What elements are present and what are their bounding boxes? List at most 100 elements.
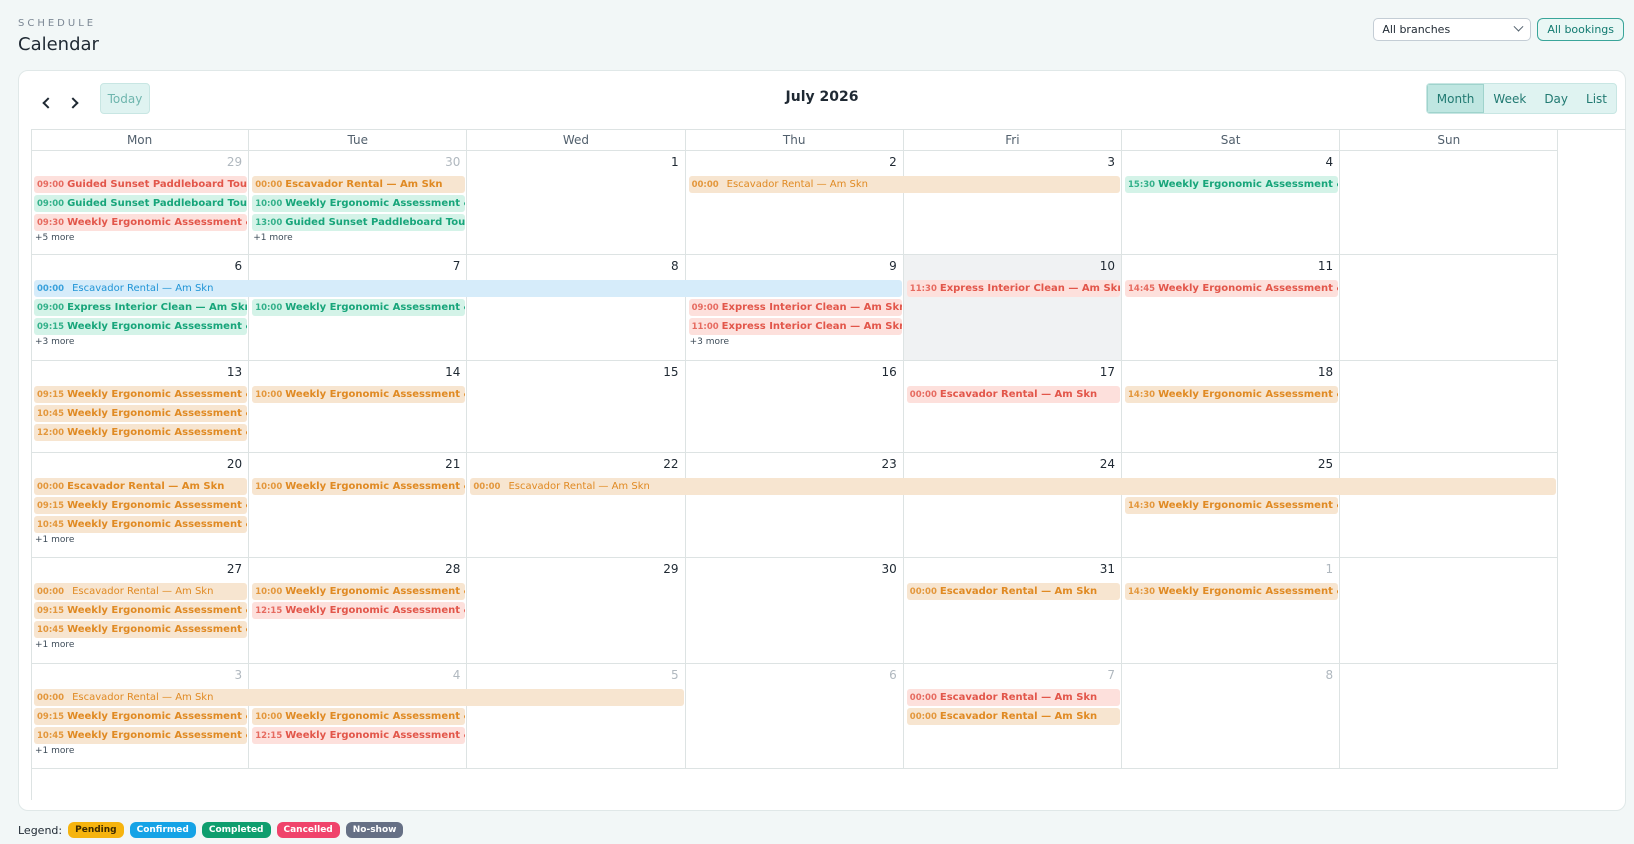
day-cell[interactable] (1340, 558, 1559, 664)
calendar-event[interactable]: 00:00 Escavador Rental — Am Skn (906, 583, 1120, 600)
calendar-event[interactable]: 09:15Weekly Ergonomic Assessment & Thera… (34, 497, 248, 514)
day-number[interactable]: 24 (1100, 457, 1115, 471)
all-bookings-button[interactable]: All bookings (1537, 18, 1624, 41)
calendar-event[interactable]: 09:00Guided Sunset Paddleboard Tour — Am… (34, 176, 248, 193)
calendar-event[interactable]: 15:30Weekly Ergonomic Assessment & Thera… (1125, 176, 1339, 193)
day-number[interactable]: 23 (882, 457, 897, 471)
day-number[interactable]: 6 (235, 259, 243, 273)
next-month-button[interactable] (63, 91, 85, 115)
day-cell[interactable]: 6 (685, 664, 904, 769)
day-number[interactable]: 28 (445, 562, 460, 576)
branch-select[interactable]: All branches (1373, 18, 1532, 41)
view-list-button[interactable]: List (1577, 84, 1616, 113)
day-cell[interactable]: 24 (903, 453, 1122, 558)
more-events-link[interactable]: +3 more (690, 337, 729, 347)
day-cell[interactable] (1340, 453, 1559, 558)
calendar-event[interactable]: 00:00 Escavador Rental — Am Skn (34, 583, 248, 600)
day-cell[interactable]: 8 (1122, 664, 1341, 769)
day-number[interactable]: 8 (1326, 668, 1334, 682)
calendar-event[interactable]: 10:00Weekly Ergonomic Assessment & Thera… (252, 386, 466, 403)
day-cell[interactable]: 18 (1122, 361, 1341, 453)
calendar-event[interactable]: 00:00 Escavador Rental — Am Skn (34, 280, 902, 297)
day-cell[interactable]: 16 (685, 361, 904, 453)
calendar-event[interactable]: 00:00 Escavador Rental — Am Skn (470, 478, 1557, 495)
calendar-event[interactable]: 00:00 Escavador Rental — Am Skn (906, 708, 1120, 725)
view-week-button[interactable]: Week (1484, 84, 1535, 113)
calendar-event[interactable]: 09:30Weekly Ergonomic Assessment & Thera… (34, 214, 248, 231)
more-events-link[interactable]: +1 more (35, 535, 74, 545)
calendar-event[interactable]: 10:00Weekly Ergonomic Assessment & Thera… (252, 478, 466, 495)
calendar-event[interactable]: 00:00 Escavador Rental — Am Skn (34, 478, 248, 495)
day-number[interactable]: 7 (1107, 668, 1115, 682)
day-number[interactable]: 29 (227, 155, 242, 169)
day-cell[interactable]: 2 (685, 151, 904, 255)
day-number[interactable]: 16 (882, 365, 897, 379)
day-cell[interactable]: 10 (903, 255, 1122, 361)
more-events-link[interactable]: +1 more (35, 746, 74, 756)
day-number[interactable]: 14 (445, 365, 460, 379)
calendar-event[interactable]: 14:30Weekly Ergonomic Assessment & Thera… (1125, 583, 1339, 600)
day-number[interactable]: 25 (1318, 457, 1333, 471)
day-cell[interactable]: 30 (685, 558, 904, 664)
day-cell[interactable]: 23 (685, 453, 904, 558)
day-cell[interactable]: 31 (903, 558, 1122, 664)
more-events-link[interactable]: +3 more (35, 337, 74, 347)
day-cell[interactable]: 14 (249, 361, 468, 453)
calendar-event[interactable]: 12:15Weekly Ergonomic Assessment & Thera… (252, 727, 466, 744)
calendar-event[interactable]: 00:00 Escavador Rental — Am Skn (906, 689, 1120, 706)
calendar-event[interactable]: 12:00Weekly Ergonomic Assessment & Thera… (34, 424, 248, 441)
day-number[interactable]: 10 (1100, 259, 1115, 273)
calendar-event[interactable]: 00:00 Escavador Rental — Am Skn (34, 689, 684, 706)
calendar-event[interactable]: 09:15Weekly Ergonomic Assessment & Thera… (34, 318, 248, 335)
today-button[interactable]: Today (100, 83, 150, 114)
day-number[interactable]: 4 (453, 668, 461, 682)
calendar-event[interactable]: 10:45Weekly Ergonomic Assessment & Thera… (34, 516, 248, 533)
view-month-button[interactable]: Month (1426, 84, 1485, 113)
calendar-event[interactable]: 09:00 Express Interior Clean — Am Skn (34, 299, 248, 316)
day-number[interactable]: 21 (445, 457, 460, 471)
calendar-event[interactable]: 10:00Weekly Ergonomic Assessment & Thera… (252, 708, 466, 725)
day-number[interactable]: 22 (663, 457, 678, 471)
day-number[interactable]: 6 (889, 668, 897, 682)
calendar-event[interactable]: 11:00 Express Interior Clean — Am Skn (688, 318, 902, 335)
day-number[interactable]: 8 (671, 259, 679, 273)
day-cell[interactable]: 8 (467, 255, 686, 361)
calendar-event[interactable]: 00:00 Escavador Rental — Am Skn (688, 176, 1120, 193)
more-events-link[interactable]: +1 more (253, 233, 292, 243)
day-cell[interactable] (1340, 151, 1559, 255)
calendar-event[interactable]: 10:45Weekly Ergonomic Assessment & Thera… (34, 727, 248, 744)
calendar-event[interactable]: 09:15Weekly Ergonomic Assessment & Thera… (34, 602, 248, 619)
day-number[interactable]: 7 (453, 259, 461, 273)
calendar-event[interactable]: 00:00 Escavador Rental — Am Skn (252, 176, 466, 193)
day-number[interactable]: 11 (1318, 259, 1333, 273)
day-cell[interactable]: 22 (467, 453, 686, 558)
day-cell[interactable]: 1 (1122, 558, 1341, 664)
calendar-event[interactable]: 10:00Weekly Ergonomic Assessment & Thera… (252, 299, 466, 316)
calendar-event[interactable]: 10:00Weekly Ergonomic Assessment & Thera… (252, 195, 466, 212)
day-number[interactable]: 15 (663, 365, 678, 379)
day-cell[interactable]: 29 (467, 558, 686, 664)
calendar-event[interactable]: 14:45Weekly Ergonomic Assessment & Thera… (1125, 280, 1339, 297)
day-number[interactable]: 5 (671, 668, 679, 682)
day-number[interactable]: 18 (1318, 365, 1333, 379)
day-number[interactable]: 3 (235, 668, 243, 682)
day-number[interactable]: 30 (445, 155, 460, 169)
day-cell[interactable]: 11 (1122, 255, 1341, 361)
day-number[interactable]: 3 (1107, 155, 1115, 169)
day-number[interactable]: 4 (1326, 155, 1334, 169)
day-number[interactable]: 13 (227, 365, 242, 379)
calendar-event[interactable]: 14:30Weekly Ergonomic Assessment & Thera… (1125, 497, 1339, 514)
day-cell[interactable]: 1 (467, 151, 686, 255)
day-cell[interactable]: 21 (249, 453, 468, 558)
more-events-link[interactable]: +5 more (35, 233, 74, 243)
day-number[interactable]: 2 (889, 155, 897, 169)
day-cell[interactable]: 5 (467, 664, 686, 769)
day-cell[interactable]: 15 (467, 361, 686, 453)
day-number[interactable]: 27 (227, 562, 242, 576)
day-number[interactable]: 9 (889, 259, 897, 273)
calendar-event[interactable]: 12:15Weekly Ergonomic Assessment & Thera… (252, 602, 466, 619)
day-cell[interactable]: 3 (903, 151, 1122, 255)
day-cell[interactable] (1340, 664, 1559, 769)
day-number[interactable]: 31 (1100, 562, 1115, 576)
calendar-event[interactable]: 11:30 Express Interior Clean — Am Skn (906, 280, 1120, 297)
